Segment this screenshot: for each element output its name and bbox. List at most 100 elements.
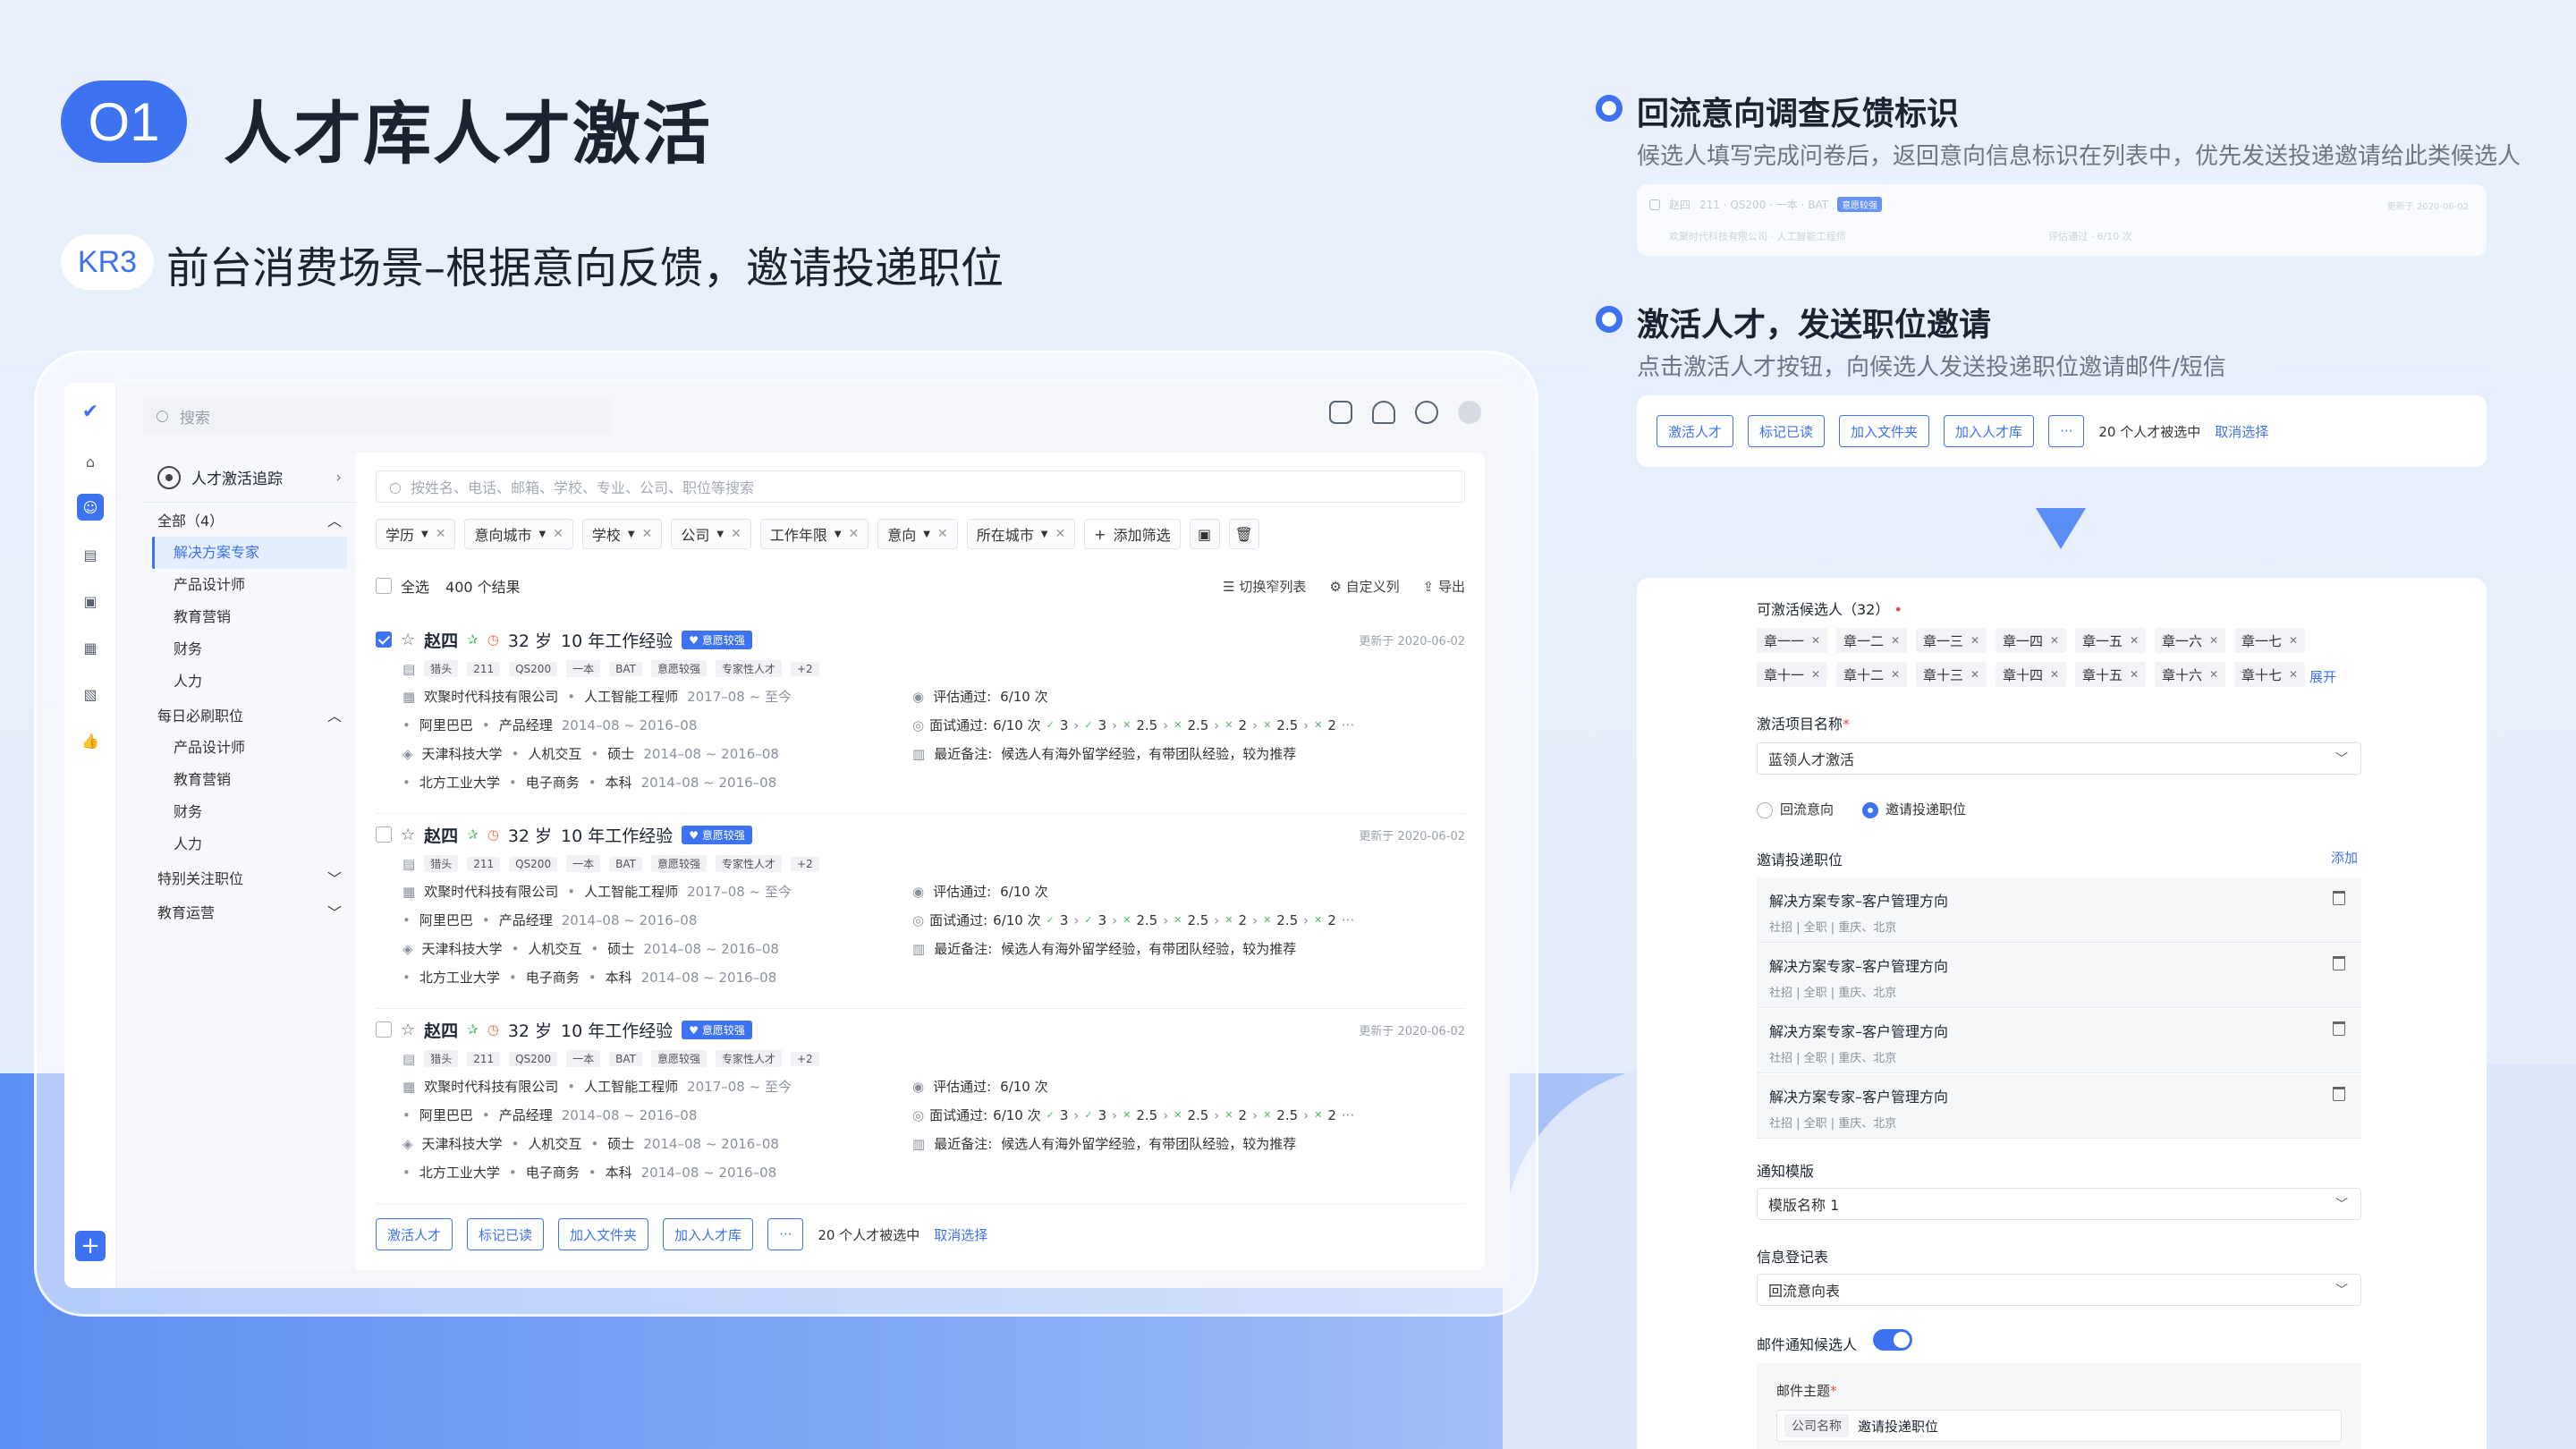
thumb-icon[interactable]: 👍	[80, 730, 101, 751]
candidate-chip[interactable]: 章十七 ✕	[2234, 662, 2306, 687]
activate-button[interactable]: 激活人才	[1657, 415, 1734, 447]
candidate-chip[interactable]: 章一一 ✕	[1757, 628, 1828, 653]
candidate-card[interactable]: ☆ 赵四 ✰ ◷ 32 岁 10 年工作经验 ♥ 意愿较强 更新于 2020-0…	[376, 1013, 1465, 1204]
report-icon[interactable]: ▧	[80, 683, 101, 705]
filter-chip[interactable]: 学历 ▼ ✕	[376, 519, 456, 549]
add-pool-button[interactable]: 加入人才库	[663, 1218, 754, 1250]
candidate-chip[interactable]: 章十二 ✕	[1836, 662, 1908, 687]
candidate-chip[interactable]: 章一四 ✕	[1996, 628, 2067, 653]
candidate-checkbox[interactable]	[376, 631, 392, 648]
trash-icon[interactable]	[2333, 956, 2345, 970]
sidebar-group-focus[interactable]: 特别关注职位 ﹀	[143, 860, 356, 894]
custom-columns-button[interactable]: ⚙ 自定义列	[1329, 577, 1399, 596]
global-search-input[interactable]: ○ 搜索	[143, 397, 612, 435]
trash-icon[interactable]: 🗑	[1228, 519, 1259, 549]
people-icon[interactable]: ☺	[77, 494, 104, 521]
cancel-select-link[interactable]: 取消选择	[2215, 422, 2268, 441]
star-icon[interactable]: ☆	[401, 826, 415, 844]
candidate-checkbox[interactable]	[376, 826, 392, 843]
close-icon[interactable]: ✕	[2209, 668, 2218, 681]
trash-icon[interactable]	[2333, 1087, 2345, 1101]
filter-chip[interactable]: 工作年限 ▼ ✕	[759, 519, 869, 549]
trash-icon[interactable]	[2333, 891, 2345, 905]
job-item[interactable]: 解决方案专家–客户管理方向 社招 | 全职 | 重庆、北京	[1757, 1074, 2361, 1139]
filter-chip[interactable]: 所在城市 ▼ ✕	[966, 519, 1076, 549]
add-pool-button[interactable]: 加入人才库	[1944, 415, 2035, 447]
candidate-checkbox[interactable]	[376, 1021, 392, 1038]
toggle-list-button[interactable]: ☰ 切换窄列表	[1223, 577, 1306, 596]
candidate-card[interactable]: ☆ 赵四 ✰ ◷ 32 岁 10 年工作经验 ♥ 意愿较强 更新于 2020-0…	[376, 818, 1465, 1009]
more-icon[interactable]: ···	[1342, 1107, 1354, 1123]
sidebar-item[interactable]: 解决方案专家	[152, 537, 347, 569]
close-icon[interactable]: ✕	[2289, 634, 2298, 647]
sidebar-item[interactable]: 产品设计师	[152, 732, 347, 764]
avatar[interactable]	[1458, 401, 1481, 424]
close-icon[interactable]: ✕	[2050, 634, 2059, 647]
star-icon[interactable]: ☆	[401, 1021, 415, 1039]
candidate-card[interactable]: ☆ 赵四 ✰ ◷ 32 岁 10 年工作经验 ♥ 意愿较强 更新于 2020-0…	[376, 623, 1465, 814]
candidate-chip[interactable]: 章一六 ✕	[2155, 628, 2226, 653]
more-button[interactable]: ···	[2048, 415, 2085, 447]
cancel-select-link[interactable]: 取消选择	[934, 1225, 987, 1244]
radio-button[interactable]	[1757, 801, 1773, 818]
close-icon[interactable]: ✕	[2050, 668, 2059, 681]
more-icon[interactable]: ···	[1342, 717, 1354, 733]
briefcase-icon[interactable]: ▣	[80, 590, 101, 612]
sidebar-item[interactable]: 人力	[152, 828, 347, 860]
add-filter-button[interactable]: + 添加筛选	[1084, 519, 1181, 549]
trash-icon[interactable]	[2333, 1021, 2345, 1036]
add-button[interactable]: +	[75, 1231, 106, 1261]
filter-chip[interactable]: 意向 ▼ ✕	[877, 519, 958, 549]
activate-button[interactable]: 激活人才	[376, 1218, 453, 1250]
radio-button[interactable]	[1862, 801, 1878, 818]
candidate-name[interactable]: 赵四	[424, 628, 458, 652]
more-button[interactable]: ···	[767, 1218, 804, 1250]
close-icon[interactable]: ✕	[2289, 668, 2298, 681]
close-icon[interactable]: ✕	[2130, 634, 2139, 647]
filter-search-input[interactable]: ○ 按姓名、电话、邮箱、学校、专业、公司、职位等搜索	[376, 470, 1465, 503]
close-icon[interactable]: ✕	[849, 527, 860, 541]
candidate-name[interactable]: 赵四	[424, 1018, 458, 1042]
sidebar-item[interactable]: 财务	[152, 796, 347, 828]
select-all-checkbox[interactable]	[376, 578, 392, 594]
add-folder-button[interactable]: 加入文件夹	[558, 1218, 649, 1250]
sidebar-group-all[interactable]: 全部（4） ︿	[143, 503, 356, 537]
candidate-chip[interactable]: 章十五 ✕	[2075, 662, 2147, 687]
home-icon[interactable]: ⌂	[80, 451, 101, 472]
candidate-chip[interactable]: 章十三 ✕	[1916, 662, 1987, 687]
candidate-chip[interactable]: 章十四 ✕	[1996, 662, 2067, 687]
sidebar-item[interactable]: 教育营销	[152, 601, 347, 633]
close-icon[interactable]: ✕	[1811, 634, 1820, 647]
filter-chip[interactable]: 公司 ▼ ✕	[671, 519, 751, 549]
sidebar-group-edu[interactable]: 教育运营 ﹀	[143, 894, 356, 928]
close-icon[interactable]: ✕	[1055, 527, 1065, 541]
job-item[interactable]: 解决方案专家–客户管理方向 社招 | 全职 | 重庆、北京	[1757, 944, 2361, 1008]
radio-invite[interactable]: 邀请投递职位	[1862, 800, 1966, 818]
radio-intent[interactable]: 回流意向	[1757, 800, 1834, 818]
star-icon[interactable]: ☆	[401, 631, 415, 649]
candidate-chip[interactable]: 章一三 ✕	[1916, 628, 1987, 653]
close-icon[interactable]: ✕	[2209, 634, 2218, 647]
candidate-chip[interactable]: 章十一 ✕	[1757, 662, 1828, 687]
expand-link[interactable]: 展开	[2309, 667, 2336, 686]
job-item[interactable]: 解决方案专家–客户管理方向 社招 | 全职 | 重庆、北京	[1757, 1009, 2361, 1073]
sidebar-item[interactable]: 产品设计师	[152, 569, 347, 601]
settings-icon[interactable]	[1415, 401, 1438, 424]
candidate-name[interactable]: 赵四	[424, 823, 458, 847]
add-folder-button[interactable]: 加入文件夹	[1839, 415, 1930, 447]
subject-input[interactable]: 公司名称 邀请投递职位	[1776, 1410, 2342, 1442]
candidate-chip[interactable]: 章一五 ✕	[2075, 628, 2147, 653]
close-icon[interactable]: ✕	[642, 527, 653, 541]
close-icon[interactable]: ✕	[1891, 634, 1900, 647]
candidate-chip[interactable]: 章十六 ✕	[2155, 662, 2226, 687]
subject-var-tag[interactable]: 公司名称	[1784, 1414, 1849, 1437]
sidebar-item[interactable]: 人力	[152, 665, 347, 698]
close-icon[interactable]: ✕	[1970, 634, 1979, 647]
close-icon[interactable]: ✕	[1811, 668, 1820, 681]
project-select[interactable]: 蓝领人才激活 ﹀	[1757, 742, 2361, 775]
sidebar-item[interactable]: 教育营销	[152, 764, 347, 796]
headset-icon[interactable]	[1372, 401, 1395, 424]
document-icon[interactable]	[1329, 401, 1352, 424]
close-icon[interactable]: ✕	[553, 527, 564, 541]
template-select[interactable]: 模版名称 1 ﹀	[1757, 1188, 2361, 1220]
